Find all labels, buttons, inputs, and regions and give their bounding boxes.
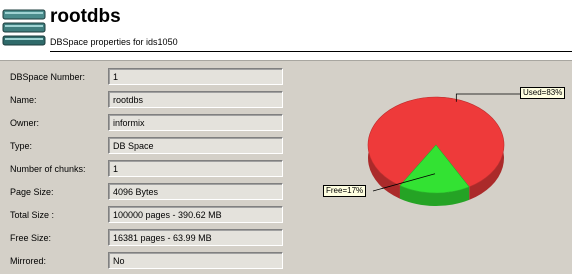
property-label: Name: (10, 95, 37, 105)
page-title: rootdbs (50, 6, 121, 27)
property-value-field[interactable]: No (108, 252, 283, 269)
property-value-field[interactable]: rootdbs (108, 91, 283, 108)
property-value-field[interactable]: 100000 pages - 390.62 MB (108, 206, 283, 223)
property-row-free-size: Free Size: 16381 pages - 63.99 MB (0, 227, 300, 249)
property-row-number-of-chunks: Number of chunks: 1 (0, 158, 300, 180)
property-label: Type: (10, 141, 33, 151)
property-label: Page Size: (10, 187, 54, 197)
page-subtitle: DBSpace properties for ids1050 (50, 37, 178, 47)
property-row-dbspace-number: DBSpace Number: 1 (0, 66, 300, 88)
properties-panel: DBSpace Number: 1 Name: rootdbs Owner: i… (0, 61, 300, 272)
property-row-page-size: Page Size: 4096 Bytes (0, 181, 300, 203)
property-label: Number of chunks: (10, 164, 86, 174)
property-row-mirrored: Mirrored: No (0, 250, 300, 272)
property-label: Mirrored: (10, 256, 47, 266)
property-row-name: Name: rootdbs (0, 89, 300, 111)
data-label-free: Free=17% (323, 185, 367, 197)
property-row-total-size: Total Size : 100000 pages - 390.62 MB (0, 204, 300, 226)
property-value-field[interactable]: DB Space (108, 137, 283, 154)
property-row-owner: Owner: informix (0, 112, 300, 134)
property-label: Free Size: (10, 233, 52, 243)
property-value-field[interactable]: 4096 Bytes (108, 183, 283, 200)
property-label: Total Size : (10, 210, 55, 220)
title-underline (50, 51, 572, 52)
header: rootdbs DBSpace properties for ids1050 (0, 0, 572, 60)
property-label: DBSpace Number: (10, 72, 86, 82)
property-value-field[interactable]: informix (108, 114, 283, 131)
data-label-used: Used=83% (520, 87, 566, 99)
database-icon (2, 9, 46, 46)
property-value-field[interactable]: 1 (108, 68, 283, 85)
leader-line-used (455, 93, 520, 102)
property-value-field[interactable]: 1 (108, 160, 283, 177)
usage-pie-chart: Used=83% Free=17% (300, 61, 572, 272)
property-value-field[interactable]: 16381 pages - 63.99 MB (108, 229, 283, 246)
property-row-type: Type: DB Space (0, 135, 300, 157)
property-label: Owner: (10, 118, 40, 128)
